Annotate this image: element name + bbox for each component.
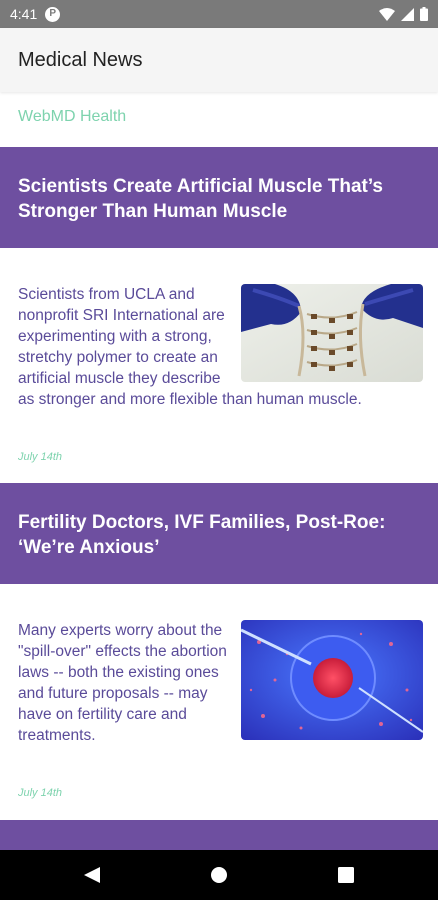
status-time: 4:41 — [10, 6, 38, 22]
battery-icon — [420, 7, 428, 21]
source-label[interactable]: WebMD Health — [18, 108, 126, 126]
article-date: July 14th — [18, 787, 63, 799]
article-date: July 14th — [18, 451, 63, 463]
wifi-icon — [379, 7, 395, 21]
recents-square-icon[interactable] — [336, 866, 356, 884]
ivf-cell-photo — [241, 620, 423, 740]
article-summary[interactable]: Scientists from UCLA and nonprofit SRI I… — [18, 284, 423, 410]
navigation-bar — [0, 850, 438, 900]
back-triangle-icon[interactable] — [82, 866, 102, 884]
signal-icon — [401, 7, 414, 21]
home-circle-icon[interactable] — [209, 866, 229, 884]
article-title[interactable]: Fertility Doctors, IVF Families, Post-Ro… — [0, 483, 438, 584]
article-summary[interactable]: Many experts worry about the "spill-over… — [18, 620, 423, 746]
artificial-muscle-photo — [241, 284, 423, 382]
article-summary-text: Many experts worry about the "spill-over… — [18, 622, 227, 744]
status-icons — [379, 7, 428, 21]
pocket-icon: P — [45, 6, 61, 22]
status-bar: 4:41 P — [0, 0, 438, 28]
article-title[interactable]: Scientists Create Artificial Muscle That… — [0, 147, 438, 248]
next-article-header[interactable] — [0, 820, 438, 850]
article-thumbnail[interactable] — [241, 620, 423, 740]
app-bar: Medical News — [0, 28, 438, 92]
article-thumbnail[interactable] — [241, 284, 423, 382]
page-title: Medical News — [18, 48, 143, 71]
